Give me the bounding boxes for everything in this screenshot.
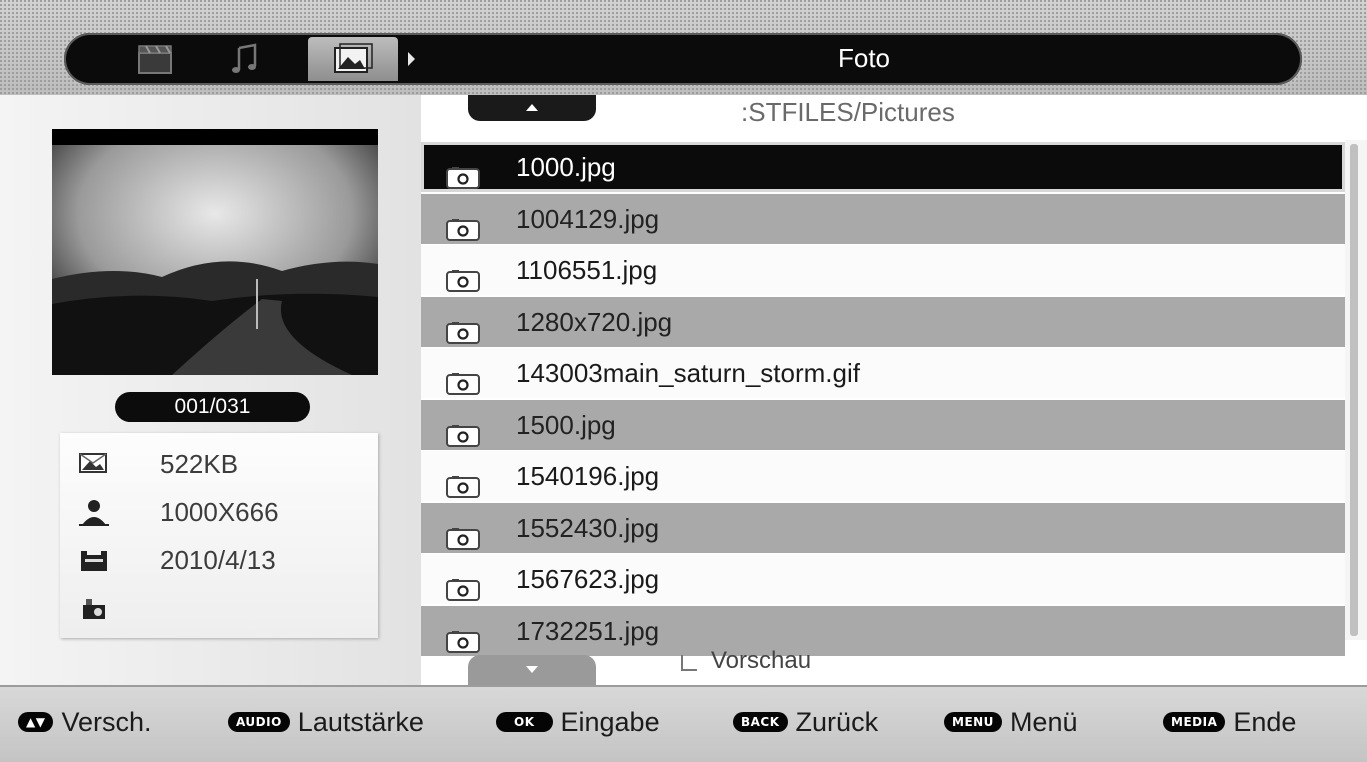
camera-file-icon <box>444 208 482 241</box>
file-name: 1106551.jpg <box>516 255 658 285</box>
file-name: 1540196.jpg <box>516 461 660 491</box>
photo-preview <box>52 129 378 375</box>
calendar-icon <box>77 545 111 575</box>
file-list-panel: :STFILES/Pictures 1000.jpg 1004129.jpg 110… <box>421 95 1367 685</box>
file-row[interactable]: 1500.jpg <box>421 399 1345 450</box>
legend-media: MEDIA Ende <box>1163 704 1296 740</box>
legend-move: ▲▼ Versch. <box>18 704 152 740</box>
info-size-row: 522KB <box>60 441 378 487</box>
camera-file-icon <box>444 156 482 189</box>
camera-file-icon <box>444 517 482 550</box>
scrollbar[interactable] <box>1345 140 1367 640</box>
file-row[interactable]: 1732251.jpg <box>421 605 1345 656</box>
legend-back-label: Zurück <box>795 706 879 737</box>
scroll-up-button[interactable] <box>468 95 596 121</box>
file-row[interactable]: 1540196.jpg <box>421 451 1345 501</box>
file-row[interactable]: 1004129.jpg <box>421 193 1345 244</box>
folder-path: :STFILES/Pictures <box>741 97 955 127</box>
file-name: 1280x720.jpg <box>516 306 673 337</box>
legend-move-label: Versch. <box>61 706 152 737</box>
camera-file-icon <box>444 311 482 344</box>
file-name: 1004129.jpg <box>516 203 660 234</box>
file-row[interactable]: 1567623.jpg <box>421 554 1345 604</box>
file-date: 2010/4/13 <box>160 545 276 575</box>
legend-media-label: Ende <box>1233 706 1297 737</box>
camera-file-icon <box>444 620 482 653</box>
file-name: 1000.jpg <box>516 152 616 182</box>
info-resolution-row: 1000X666 <box>60 489 378 535</box>
file-name: 1552430.jpg <box>516 512 660 543</box>
file-name: 1500.jpg <box>516 409 616 440</box>
file-name: 1732251.jpg <box>516 615 660 646</box>
file-row[interactable]: 1000.jpg <box>421 142 1345 192</box>
page-title: Foto <box>837 43 891 73</box>
camera-file-icon <box>444 414 482 447</box>
file-name: 143003main_saturn_storm.gif <box>516 358 860 388</box>
file-counter: 001/031 <box>115 392 310 422</box>
file-name: 1567623.jpg <box>516 564 660 594</box>
info-date-row: 2010/4/13 <box>60 537 378 583</box>
info-camera-row <box>60 585 378 631</box>
menu-key-badge: MENU <box>944 712 1002 732</box>
key-legend-bar: ▲▼ Versch. AUDIO Lautstärke OK Eingabe B… <box>0 685 1367 762</box>
legend-audio: AUDIO Lautstärke <box>228 704 424 740</box>
top-strip: Foto <box>0 0 1367 95</box>
camera-file-icon <box>444 259 482 292</box>
person-icon <box>77 497 111 527</box>
photo-icon[interactable] <box>308 37 398 81</box>
file-info-box: 522KB 1000X666 2010/4/13 <box>60 433 378 638</box>
preview-checkbox[interactable] <box>681 655 697 671</box>
file-row[interactable]: 1552430.jpg <box>421 502 1345 553</box>
camera-file-icon <box>444 465 482 498</box>
film-clapper-icon[interactable] <box>134 41 176 77</box>
legend-ok: OK Eingabe <box>496 704 660 740</box>
scroll-down-button[interactable] <box>468 655 596 685</box>
updown-key-badge: ▲▼ <box>18 712 54 732</box>
audio-key-badge: AUDIO <box>228 712 290 732</box>
category-bar: Foto <box>64 33 1302 85</box>
legend-audio-label: Lautstärke <box>297 706 424 737</box>
camera-file-icon <box>444 362 482 395</box>
legend-back: BACK Zurück <box>733 704 878 740</box>
camera-file-icon <box>444 568 482 601</box>
chevron-right-icon <box>408 52 415 66</box>
camera-icon <box>77 593 111 623</box>
legend-menu: MENU Menü <box>944 704 1077 740</box>
media-key-badge: MEDIA <box>1163 712 1226 732</box>
info-panel: 001/031 522KB 1000X666 2010/4/13 <box>0 95 421 685</box>
file-row[interactable]: 1106551.jpg <box>421 245 1345 295</box>
legend-ok-label: Eingabe <box>560 706 660 737</box>
ok-key-badge: OK <box>496 712 553 732</box>
image-size-icon <box>77 449 111 479</box>
music-note-icon[interactable] <box>224 41 266 77</box>
scrollbar-thumb[interactable] <box>1350 144 1358 636</box>
file-row[interactable]: 1280x720.jpg <box>421 296 1345 347</box>
file-row[interactable]: 143003main_saturn_storm.gif <box>421 348 1345 398</box>
legend-menu-label: Menü <box>1009 706 1078 737</box>
file-size: 522KB <box>160 449 239 479</box>
back-key-badge: BACK <box>733 712 788 732</box>
preview-label: Vorschau <box>711 647 812 674</box>
file-resolution: 1000X666 <box>160 497 279 527</box>
